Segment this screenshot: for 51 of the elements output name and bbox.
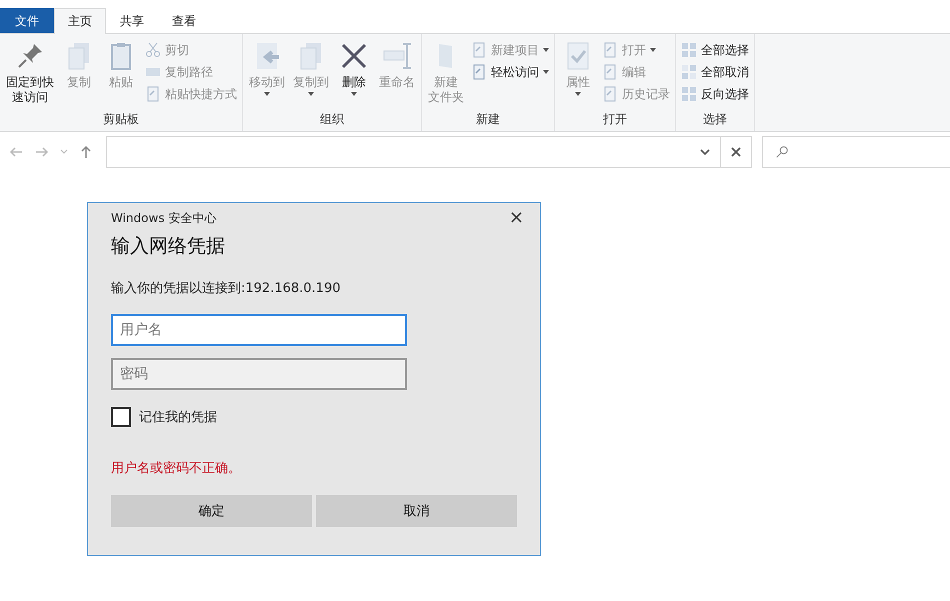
ribbon-icon [602, 86, 618, 102]
scissors-icon [145, 42, 161, 58]
delete-button[interactable]: 删除 [334, 38, 374, 111]
ribbon-icon [471, 64, 487, 80]
caret-icon [543, 70, 549, 74]
ribbon-tab[interactable]: 主页 [54, 8, 106, 34]
ribbon-icon [681, 42, 697, 58]
invert-button[interactable]: 反向选择 [679, 84, 751, 104]
ribbon-icon [381, 40, 413, 72]
selnone-button[interactable]: 全部取消 [679, 62, 751, 82]
ribbon-icon [681, 64, 697, 80]
ribbon-icon [471, 42, 487, 58]
group-label: 剪贴板 [102, 111, 140, 128]
ribbon-icon [602, 42, 618, 58]
search-field[interactable] [762, 136, 950, 168]
group-label: 打开 [602, 111, 628, 128]
caret-icon [543, 48, 549, 52]
prompt-text: 输入你的凭据以连接到:192.168.0.190 [111, 280, 342, 297]
group-label: 组织 [319, 111, 345, 128]
close-icon [731, 147, 741, 157]
ribbon-icon [681, 86, 697, 102]
chevron-icon[interactable] [60, 149, 68, 155]
selall-button[interactable]: 全部选择 [679, 40, 751, 60]
ribbon-tab[interactable]: 查看 [158, 8, 210, 33]
caret-icon [575, 92, 581, 96]
search-icon [775, 145, 789, 159]
caret-icon [308, 92, 314, 96]
dialog-heading: 输入网络凭据 [111, 234, 226, 259]
chevron-icon [700, 149, 710, 155]
pin-button[interactable]: 固定到快速访问 [3, 38, 57, 111]
caret-icon [351, 92, 357, 96]
group-label: 选择 [702, 111, 728, 128]
checkbox[interactable] [111, 407, 131, 427]
clear-button[interactable] [721, 136, 752, 168]
password-field[interactable]: 密码 [111, 358, 407, 390]
ok-button[interactable]: 确定 [111, 495, 312, 527]
ribbon-icon [602, 64, 618, 80]
caret-icon [650, 48, 656, 52]
caret-icon [264, 92, 270, 96]
easy-button[interactable]: 轻松访问 [469, 62, 551, 82]
error-message: 用户名或密码不正确。 [111, 460, 242, 477]
username-field[interactable]: 用户名 [111, 314, 407, 346]
ribbon-tab[interactable]: 文件 [0, 8, 54, 33]
cancel-button[interactable]: 取消 [316, 495, 517, 527]
checkbox-label: 记住我的凭据 [139, 409, 217, 426]
dialog-caption: Windows 安全中心 [111, 210, 216, 226]
address-field[interactable] [106, 136, 721, 168]
group-label: 新建 [475, 111, 501, 128]
ribbon-icon [145, 86, 161, 102]
close-button[interactable]: × [506, 209, 526, 227]
ribbon-tab[interactable]: 共享 [106, 8, 158, 33]
